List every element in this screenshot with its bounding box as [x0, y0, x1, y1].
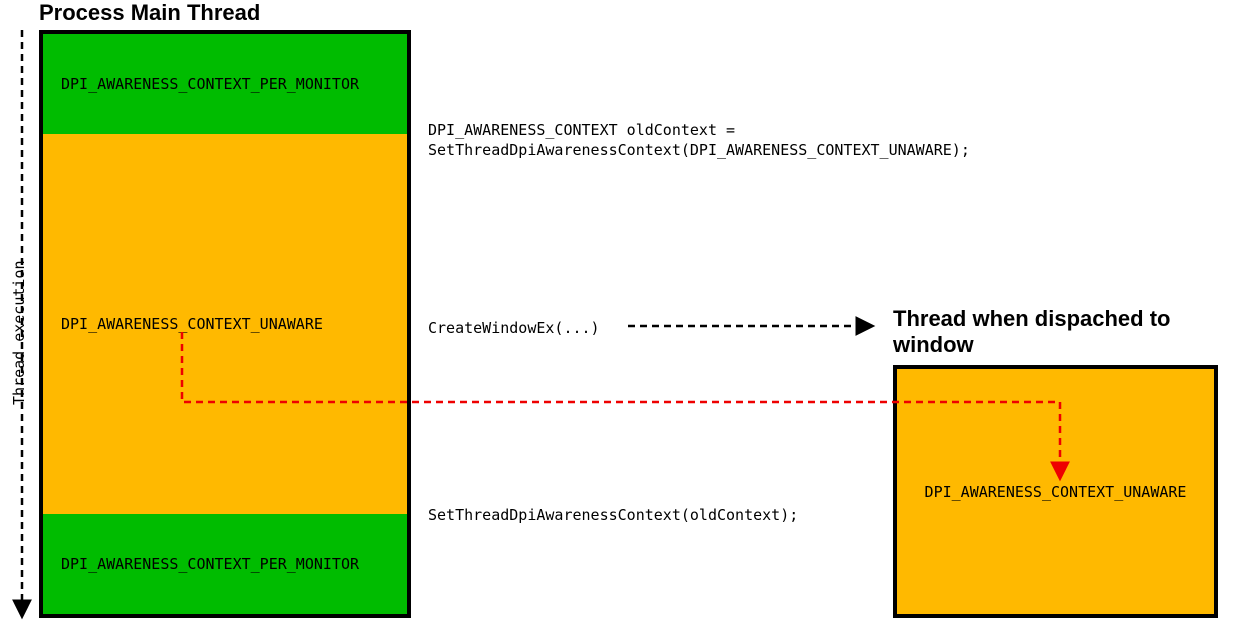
- segment-per-monitor-bottom: DPI_AWARENESS_CONTEXT_PER_MONITOR: [43, 514, 407, 614]
- window-thread-title: Thread when dispached to window: [893, 306, 1233, 359]
- main-thread-box: DPI_AWARENESS_CONTEXT_PER_MONITOR DPI_AW…: [39, 30, 411, 618]
- main-thread-title: Process Main Thread: [39, 0, 260, 26]
- annotation-set-old-context: DPI_AWARENESS_CONTEXT oldContext = SetTh…: [428, 120, 970, 161]
- unaware-middle-label: DPI_AWARENESS_CONTEXT_UNAWARE: [61, 315, 323, 333]
- annotation-create-window: CreateWindowEx(...): [428, 318, 600, 338]
- per-monitor-bottom-label: DPI_AWARENESS_CONTEXT_PER_MONITOR: [61, 555, 359, 573]
- window-thread-box: DPI_AWARENESS_CONTEXT_UNAWARE: [893, 365, 1218, 618]
- annotation-restore-context: SetThreadDpiAwarenessContext(oldContext)…: [428, 505, 798, 525]
- segment-per-monitor-top: DPI_AWARENESS_CONTEXT_PER_MONITOR: [43, 34, 407, 134]
- thread-execution-label: Thread execution: [10, 261, 28, 406]
- window-unaware-label: DPI_AWARENESS_CONTEXT_UNAWARE: [925, 483, 1187, 501]
- per-monitor-top-label: DPI_AWARENESS_CONTEXT_PER_MONITOR: [61, 75, 359, 93]
- segment-unaware-middle: DPI_AWARENESS_CONTEXT_UNAWARE: [43, 134, 407, 514]
